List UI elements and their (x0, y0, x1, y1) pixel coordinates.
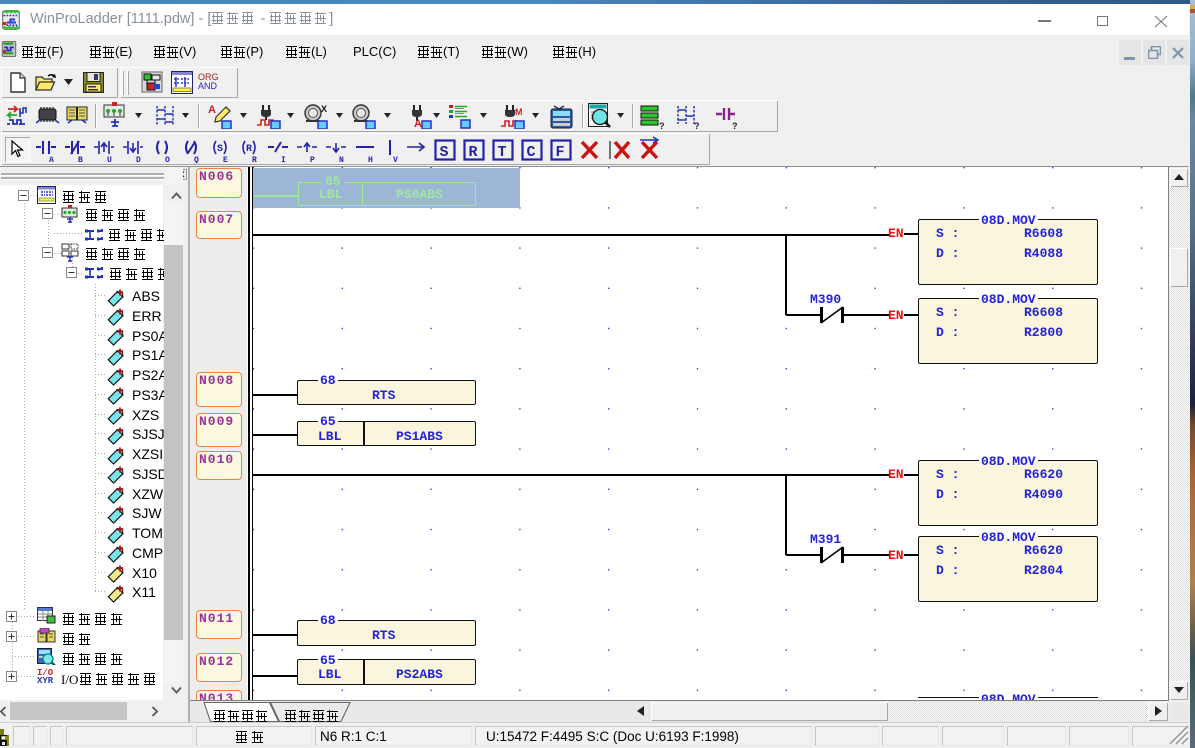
svg-text:X: X (321, 104, 327, 114)
svg-text:F: F (556, 144, 565, 161)
svg-text:B: B (78, 156, 83, 163)
svg-text:T: T (498, 144, 507, 161)
svg-text:P: P (310, 156, 315, 163)
svg-text:A: A (49, 156, 54, 163)
svg-text:I: I (281, 156, 286, 163)
svg-text:R: R (252, 156, 257, 163)
svg-text:A: A (414, 118, 422, 129)
svg-text:M: M (515, 107, 523, 117)
svg-text:C: C (527, 144, 536, 161)
svg-text:R: R (469, 144, 478, 161)
svg-text:?: ? (659, 121, 665, 130)
svg-text:N: N (339, 156, 344, 163)
svg-text:?: ? (732, 121, 738, 130)
svg-text:E: E (223, 156, 228, 163)
svg-text:S: S (217, 144, 223, 155)
svg-text:A: A (208, 104, 216, 116)
svg-text:R: R (246, 144, 252, 155)
svg-text:H: H (368, 156, 373, 163)
svg-text:D: D (136, 156, 141, 163)
svg-text:V: V (393, 156, 398, 163)
svg-text:O: O (165, 156, 170, 163)
svg-text:Q: Q (194, 156, 199, 163)
svg-text:U: U (107, 156, 112, 163)
svg-text:?: ? (694, 121, 700, 130)
svg-text:S: S (440, 144, 449, 161)
svg-text:XYR: XYR (37, 676, 54, 684)
